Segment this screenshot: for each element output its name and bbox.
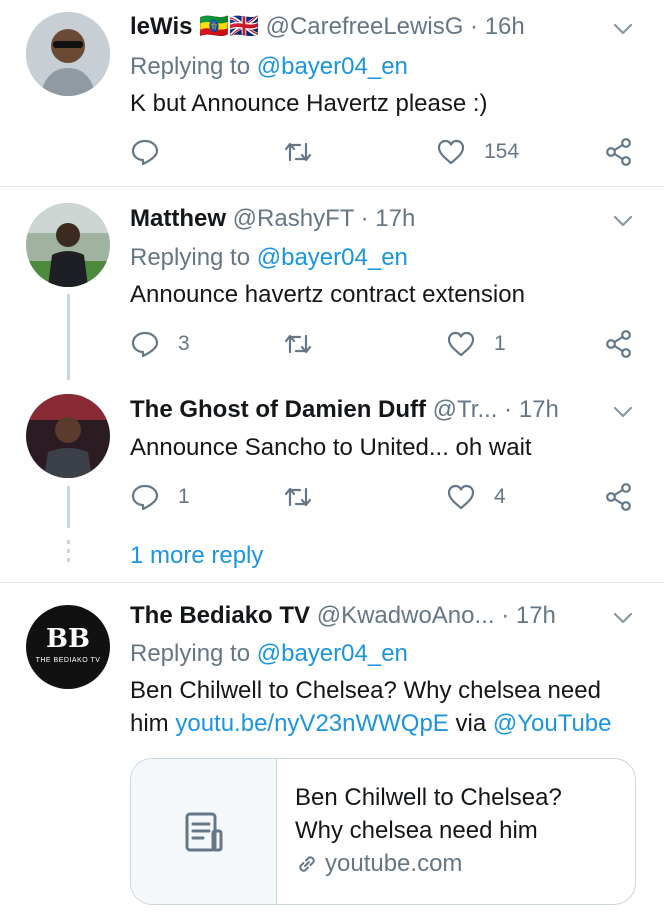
timestamp[interactable]: 17h	[516, 602, 556, 629]
document-icon	[185, 812, 222, 851]
tweet-header: leWis 🇪🇹🇬🇧 @CarefreeLewisG · 16h	[130, 13, 525, 40]
display-name[interactable]: leWis	[130, 13, 192, 40]
tweet-matthew[interactable]: Matthew @RashyFT · 17h Replying to @baye…	[0, 187, 664, 380]
avatar-caption: THE BEDIAKO TV	[35, 657, 101, 664]
retweet-button[interactable]	[283, 479, 331, 515]
replying-to: Replying to @bayer04_en	[130, 244, 408, 271]
heart-icon	[447, 484, 475, 510]
thread-dots	[67, 540, 70, 567]
thread-line	[67, 486, 70, 528]
handle[interactable]: @KwadwoAno...	[317, 602, 495, 629]
like-count: 4	[494, 485, 506, 508]
reply-count: 3	[178, 332, 190, 355]
reply-button[interactable]: 1	[130, 479, 190, 515]
share-icon	[606, 483, 631, 511]
youtube-mention-link[interactable]: @YouTube	[493, 710, 612, 737]
tweet-text: K but Announce Havertz please :)	[130, 90, 488, 117]
timestamp[interactable]: 17h	[375, 205, 415, 232]
chevron-down-icon[interactable]	[612, 18, 634, 40]
like-count: 154	[484, 140, 520, 163]
chevron-down-icon[interactable]	[612, 607, 634, 629]
share-button[interactable]	[604, 326, 634, 362]
tweet-header: The Ghost of Damien Duff @Tr... · 17h	[130, 396, 559, 423]
reply-icon	[131, 331, 159, 358]
heart-icon	[437, 139, 465, 165]
reply-mention-link[interactable]: @bayer04_en	[257, 640, 408, 667]
card-thumbnail	[131, 759, 277, 904]
replying-to: Replying to @bayer04_en	[130, 640, 408, 667]
tweet-lewis[interactable]: leWis 🇪🇹🇬🇧 @CarefreeLewisG · 16h Replyin…	[0, 0, 664, 186]
reply-mention-link[interactable]: @bayer04_en	[257, 244, 408, 271]
card-title-line1: Ben Chilwell to Chelsea?	[295, 784, 562, 811]
reply-icon	[131, 484, 159, 511]
avatar[interactable]	[26, 203, 110, 287]
timestamp[interactable]: 17h	[519, 396, 559, 423]
retweet-icon	[284, 487, 312, 507]
handle[interactable]: @CarefreeLewisG	[266, 13, 464, 40]
tweet-ghost-of-damien-duff[interactable]: The Ghost of Damien Duff @Tr... · 17h An…	[0, 380, 664, 580]
share-button[interactable]	[604, 134, 634, 170]
avatar[interactable]	[26, 12, 110, 96]
chevron-down-icon[interactable]	[612, 210, 634, 232]
tweet-text: Announce havertz contract extension	[130, 281, 525, 308]
like-count: 1	[494, 332, 506, 355]
reply-button[interactable]	[130, 134, 178, 170]
reply-mention-link[interactable]: @bayer04_en	[257, 53, 408, 80]
timestamp[interactable]: 16h	[485, 13, 525, 40]
link-preview-card[interactable]: Ben Chilwell to Chelsea? Why chelsea nee…	[130, 758, 636, 905]
tweet-header: The Bediako TV @KwadwoAno... · 17h	[130, 602, 556, 629]
like-button[interactable]: 1	[446, 326, 506, 362]
reply-icon	[131, 139, 159, 166]
retweet-icon	[284, 142, 312, 162]
youtube-short-link[interactable]: youtu.be/nyV23nWWQpE	[175, 710, 448, 737]
like-button[interactable]: 154	[436, 134, 519, 170]
chevron-down-icon[interactable]	[612, 401, 634, 423]
handle[interactable]: @RashyFT	[233, 205, 354, 232]
thread-line	[67, 294, 70, 380]
flag-emojis: 🇪🇹🇬🇧	[199, 13, 259, 40]
share-icon	[606, 138, 631, 166]
retweet-button[interactable]	[283, 134, 331, 170]
tweet-actions: 154	[130, 134, 640, 170]
replying-to: Replying to @bayer04_en	[130, 53, 408, 80]
more-replies-link[interactable]: 1 more reply	[130, 542, 263, 570]
avatar[interactable]: BB THE BEDIAKO TV	[26, 605, 110, 689]
avatar[interactable]	[26, 394, 110, 478]
share-icon	[606, 330, 631, 358]
avatar-logo: BB	[46, 624, 90, 654]
card-title-line2: Why chelsea need him	[295, 817, 538, 844]
display-name[interactable]: The Bediako TV	[130, 602, 310, 629]
tweet-text: Announce Sancho to United... oh wait	[130, 434, 532, 461]
card-domain: youtube.com	[295, 847, 625, 880]
reply-count: 1	[178, 485, 190, 508]
retweet-icon	[284, 334, 312, 354]
tweet-text: Ben Chilwell to Chelsea? Why chelsea nee…	[130, 677, 612, 737]
display-name[interactable]: Matthew	[130, 205, 226, 232]
tweet-header: Matthew @RashyFT · 17h	[130, 205, 416, 232]
heart-icon	[447, 331, 475, 357]
card-text: Ben Chilwell to Chelsea? Why chelsea nee…	[295, 781, 625, 880]
tweet-actions: 3 1	[130, 326, 640, 362]
like-button[interactable]: 4	[446, 479, 506, 515]
display-name[interactable]: The Ghost of Damien Duff	[130, 396, 426, 423]
reply-button[interactable]: 3	[130, 326, 190, 362]
share-button[interactable]	[604, 479, 634, 515]
handle[interactable]: @Tr...	[433, 396, 498, 423]
tweet-actions: 1 4	[130, 479, 640, 515]
retweet-button[interactable]	[283, 326, 331, 362]
link-icon	[299, 855, 315, 872]
